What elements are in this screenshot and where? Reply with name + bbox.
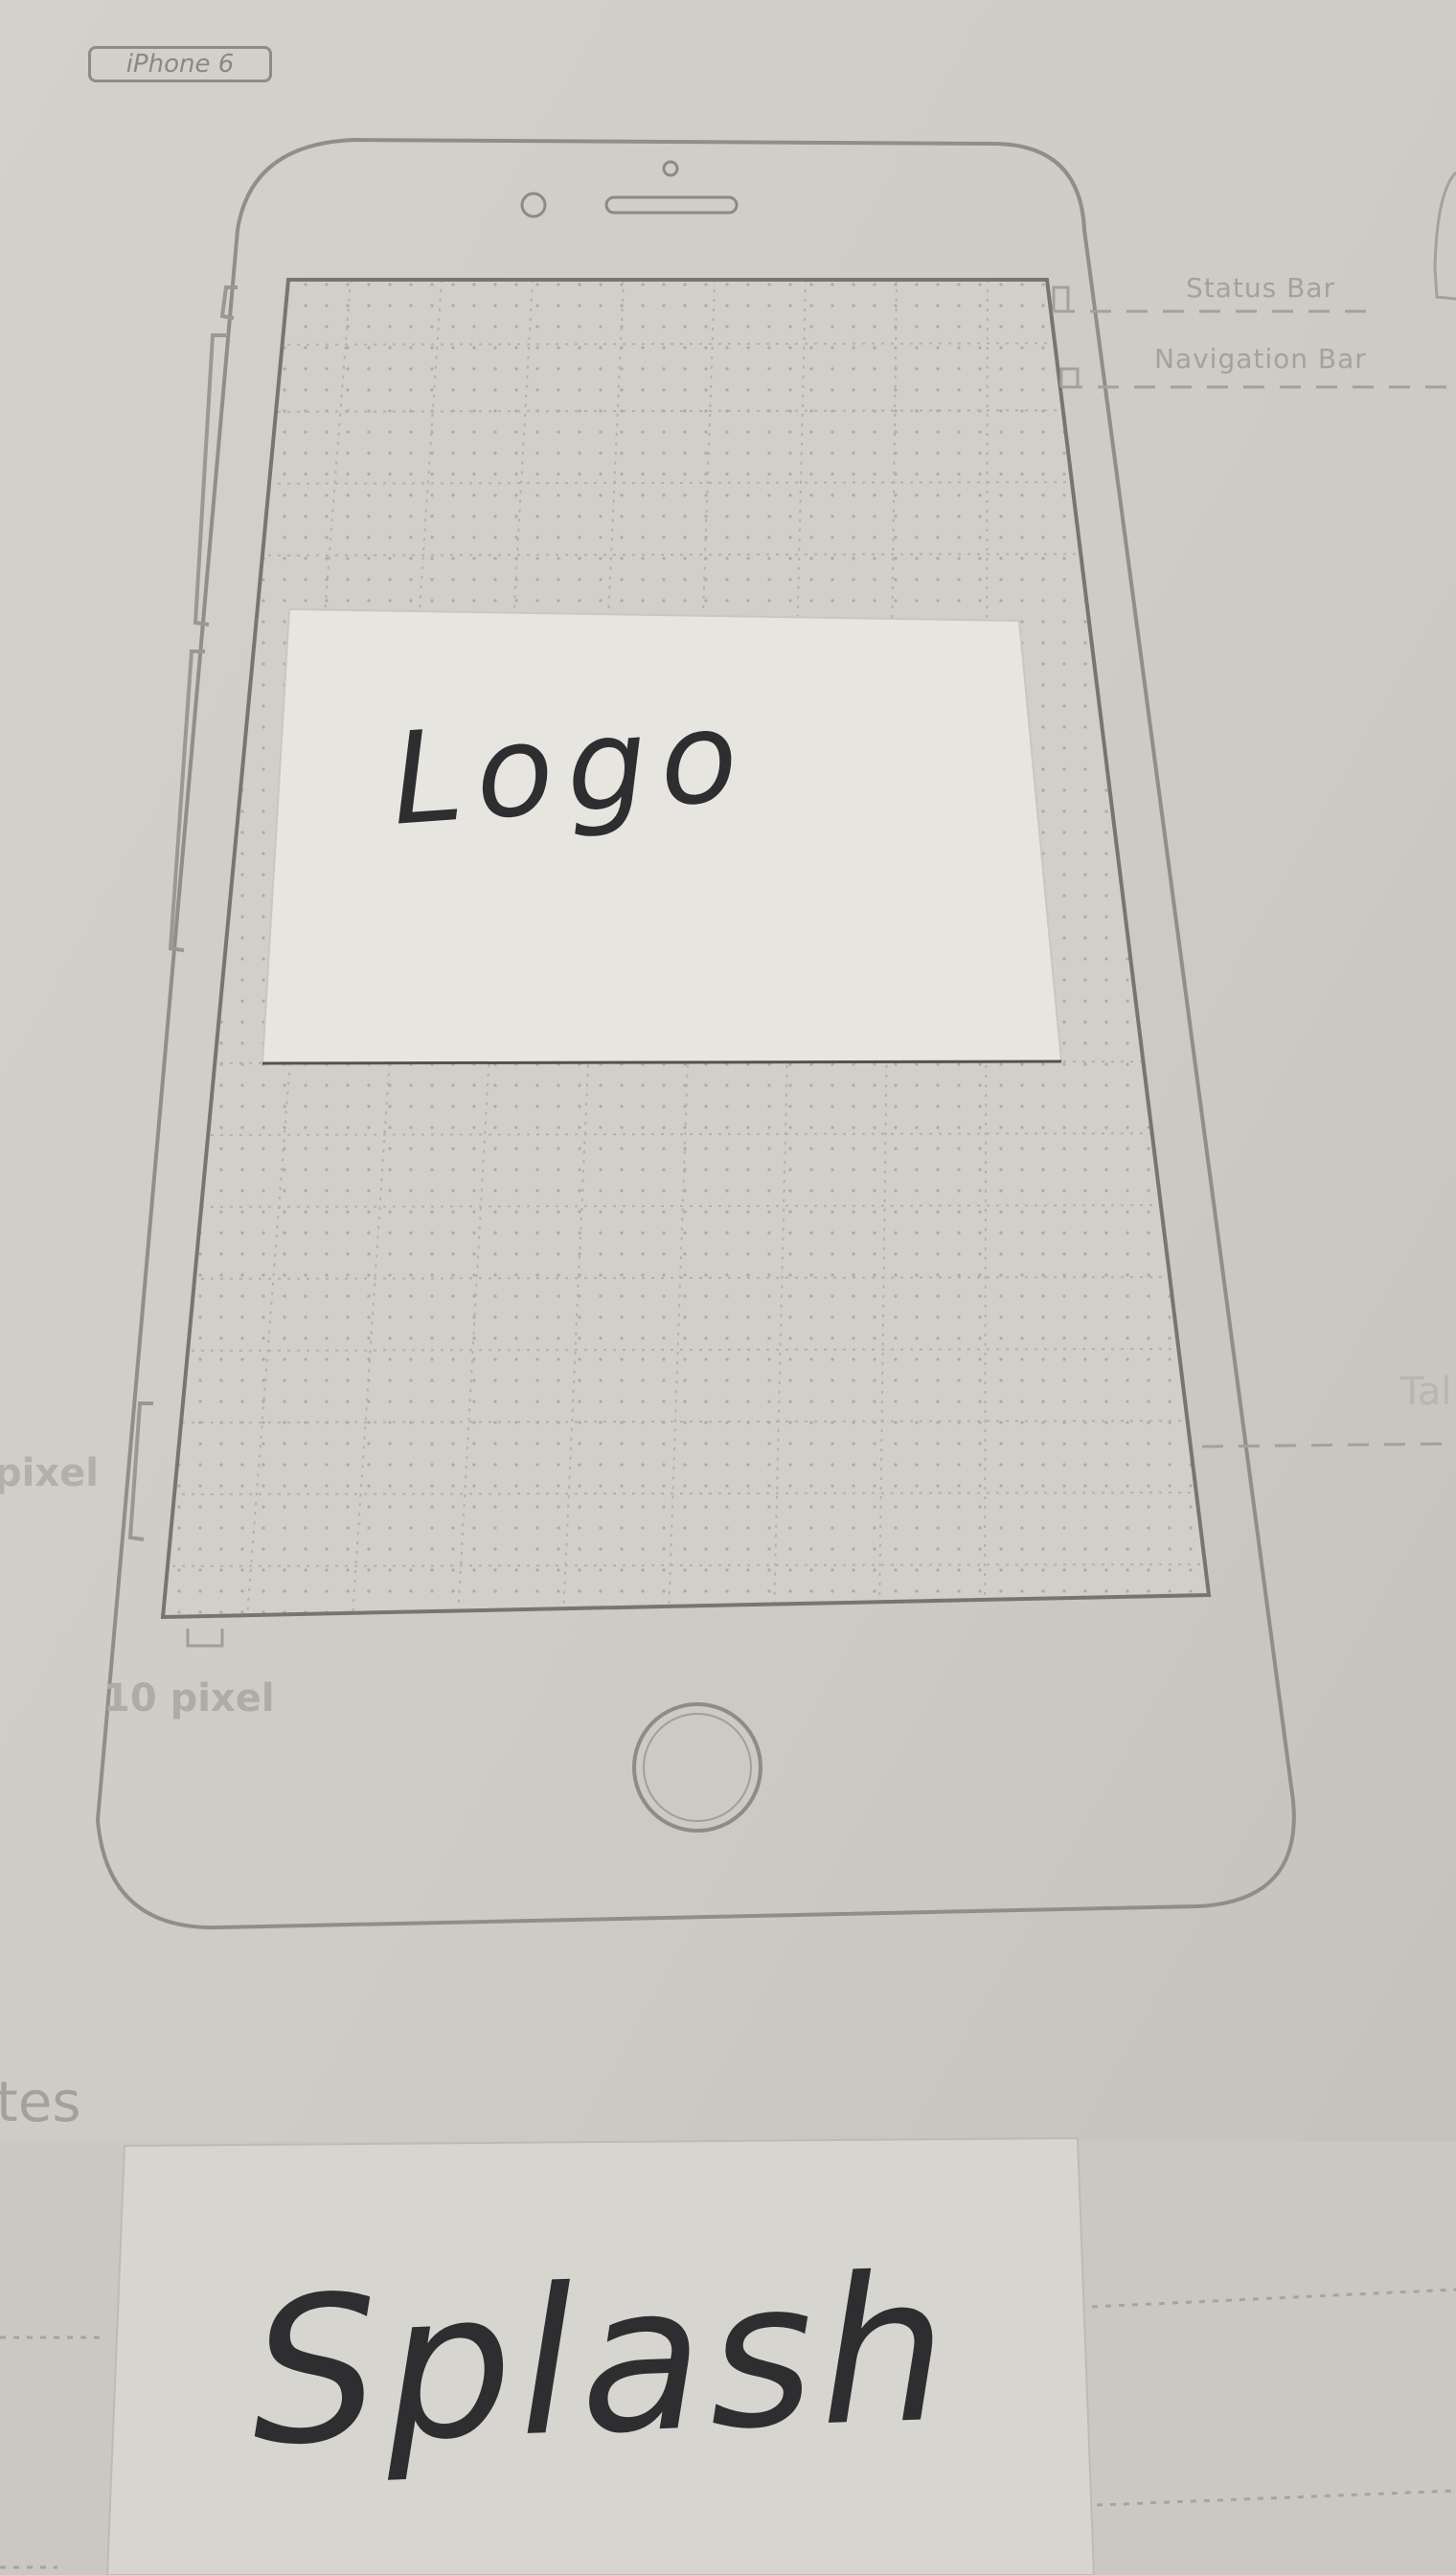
status-bar-label: Status Bar — [1186, 272, 1336, 304]
sticky-note-edge — [262, 1060, 1062, 1065]
bottom-margin-label: 10 pixel — [103, 1676, 275, 1720]
photo-scene: iPhone 6 Status Bar Navigation Bar Tal p… — [0, 0, 1456, 2575]
side-margin-label: pixel — [0, 1451, 99, 1495]
device-label: iPhone 6 — [88, 46, 272, 82]
navigation-bar-label: Navigation Bar — [1154, 343, 1367, 375]
tab-bar-label-partial: Tal — [1400, 1370, 1452, 1414]
logo-sticky-note — [261, 607, 1063, 1065]
template-drawing — [0, 0, 1456, 2575]
handwritten-logo-note: Logo — [387, 681, 756, 855]
notes-heading: tes — [0, 2069, 81, 2134]
handwritten-splash-note: Splash — [247, 2231, 957, 2491]
